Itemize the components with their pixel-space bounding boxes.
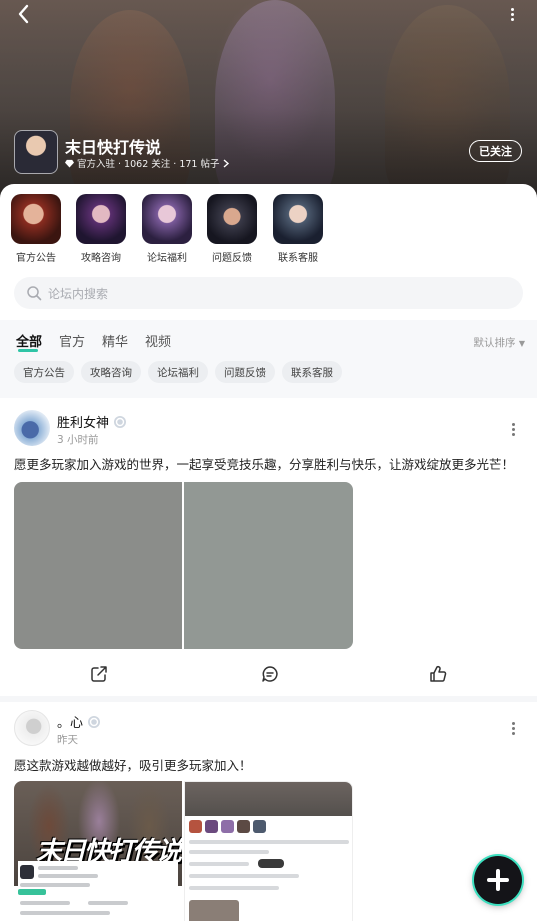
diamond-icon <box>65 159 74 168</box>
forum-meta[interactable]: 官方入驻 · 1062 关注 · 171 帖子 <box>65 156 230 170</box>
screenshot-toast <box>258 859 284 868</box>
tab-official[interactable]: 官方 <box>59 331 85 350</box>
post-content: 愿更多玩家加入游戏的世界，一起享受竞技乐趣，分享胜利与快乐，让游戏绽放更多光芒！ <box>14 457 515 472</box>
chip-announcement[interactable]: 官方公告 <box>14 361 74 383</box>
chip-support[interactable]: 联系客服 <box>282 361 342 383</box>
quick-link-label: 论坛福利 <box>147 253 187 264</box>
post-time: 3 小时前 <box>57 434 99 446</box>
plus-icon-stroke <box>496 869 500 891</box>
screenshot-tag <box>18 889 46 895</box>
more-icon[interactable] <box>501 2 525 26</box>
support-icon <box>273 194 323 244</box>
screenshot-header <box>185 782 352 816</box>
forum-meta-text: 官方入驻 · 1062 关注 · 171 帖子 <box>77 159 220 170</box>
post-image[interactable] <box>184 781 353 921</box>
chip-welfare[interactable]: 论坛福利 <box>148 361 208 383</box>
post-actions <box>0 664 537 688</box>
chip-feedback[interactable]: 问题反馈 <box>215 361 275 383</box>
comment-icon[interactable] <box>260 664 280 684</box>
post-image[interactable]: 末日快打传说 <box>14 781 182 921</box>
tab-bar: 全部 官方 精华 视频 默认排序 ▼ <box>0 327 537 355</box>
avatar[interactable] <box>14 710 50 746</box>
author-name: 。心 <box>57 716 84 731</box>
search-placeholder: 论坛内搜索 <box>48 286 109 301</box>
quick-link-support[interactable]: 联系客服 <box>265 194 331 264</box>
forum-avatar <box>14 130 58 174</box>
post-author[interactable]: 。心 <box>57 712 101 731</box>
post-card[interactable]: 胜利女神 3 小时前 愿更多玩家加入游戏的世界，一起享受竞技乐趣，分享胜利与快乐… <box>0 398 537 698</box>
banner-overlay <box>0 0 537 200</box>
tab-active-indicator <box>18 349 38 352</box>
post-more-icon[interactable] <box>511 722 517 736</box>
post-author[interactable]: 胜利女神 <box>57 412 127 431</box>
post-card[interactable]: 。心 昨天 愿这款游戏越做越好，吸引更多玩家加入！ 末日快打传说 <box>0 702 537 921</box>
quick-link-label: 攻略咨询 <box>81 253 121 264</box>
post-content: 愿这款游戏越做越好，吸引更多玩家加入！ <box>14 758 252 773</box>
post-image[interactable] <box>14 482 182 649</box>
back-icon[interactable] <box>12 2 36 26</box>
post-more-icon[interactable] <box>511 423 517 437</box>
quick-link-welfare[interactable]: 论坛福利 <box>134 194 200 264</box>
chip-guide[interactable]: 攻略咨询 <box>81 361 141 383</box>
quick-link-label: 官方公告 <box>16 253 56 264</box>
announcement-icon <box>11 194 61 244</box>
sort-dropdown[interactable]: 默认排序 ▼ <box>474 335 526 350</box>
feedback-icon <box>207 194 257 244</box>
author-name: 胜利女神 <box>57 416 110 431</box>
create-post-button[interactable] <box>474 856 522 904</box>
like-icon[interactable] <box>428 664 448 684</box>
chevron-right-icon <box>224 158 230 168</box>
tab-all[interactable]: 全部 <box>16 331 42 350</box>
caret-down-icon: ▼ <box>518 339 525 348</box>
verified-icon <box>114 415 127 428</box>
tab-video[interactable]: 视频 <box>145 331 171 350</box>
quick-link-announcement[interactable]: 官方公告 <box>3 194 69 264</box>
forum-name: 末日快打传说 <box>65 138 162 157</box>
welfare-icon <box>142 194 192 244</box>
verified-icon <box>88 715 101 728</box>
quick-links: 官方公告 攻略咨询 论坛福利 问题反馈 联系客服 <box>0 194 537 264</box>
post-image[interactable] <box>184 482 353 649</box>
quick-link-guide[interactable]: 攻略咨询 <box>68 194 134 264</box>
quick-link-label: 联系客服 <box>278 253 318 264</box>
post-time: 昨天 <box>57 734 78 746</box>
search-icon <box>27 286 42 301</box>
forum-banner <box>0 0 537 200</box>
search-input[interactable]: 论坛内搜索 <box>14 277 523 309</box>
follow-button[interactable]: 已关注 <box>469 140 522 162</box>
tab-featured[interactable]: 精华 <box>102 331 128 350</box>
guide-icon <box>76 194 126 244</box>
sort-label: 默认排序 <box>473 337 516 349</box>
avatar[interactable] <box>14 410 50 446</box>
quick-link-feedback[interactable]: 问题反馈 <box>199 194 265 264</box>
quick-link-label: 问题反馈 <box>212 253 252 264</box>
forum-content: 官方公告 攻略咨询 论坛福利 问题反馈 联系客服 论坛内搜索 全部 官方 精华 … <box>0 184 537 921</box>
share-icon[interactable] <box>89 664 109 684</box>
